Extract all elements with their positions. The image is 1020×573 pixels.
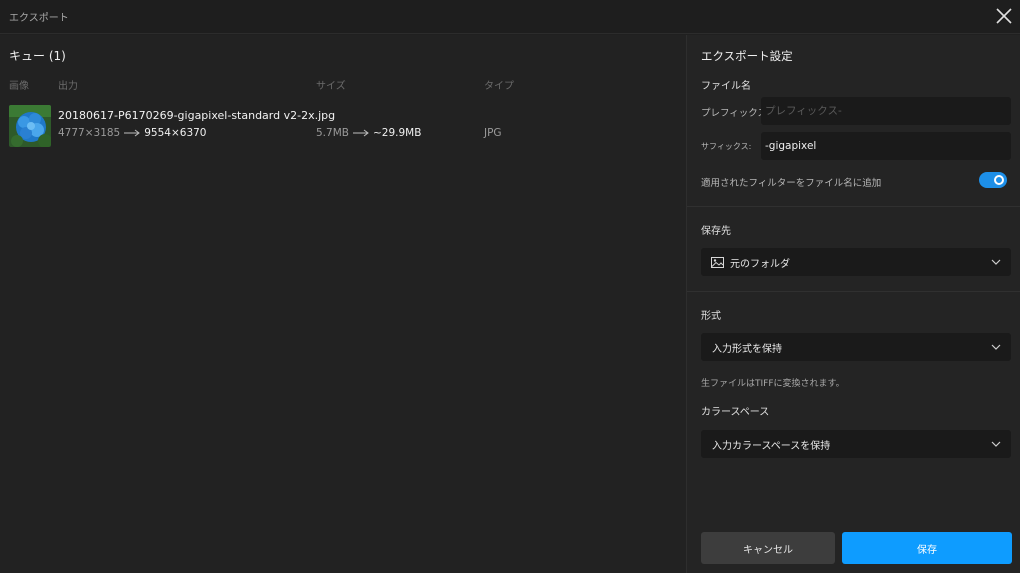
suffix-field[interactable] <box>761 132 1011 160</box>
format-title: 形式 <box>701 311 721 322</box>
dimensions: 4777×3185 9554×6370 <box>58 127 207 139</box>
format-select[interactable]: 入力形式を保持 <box>701 333 1011 361</box>
suffix-input[interactable] <box>761 132 1011 160</box>
window-title: エクスポート <box>9 13 69 24</box>
arrow-right-icon <box>124 129 141 137</box>
prefix-label: プレフィックス: <box>701 108 771 119</box>
chevron-down-icon <box>991 344 1001 350</box>
file-type: JPG <box>484 127 502 139</box>
colorspace-select[interactable]: 入力カラースペースを保持 <box>701 430 1011 458</box>
output-dimensions: 9554×6370 <box>144 127 207 139</box>
folder-image-icon <box>711 257 724 268</box>
destination-title: 保存先 <box>701 226 731 237</box>
title-bar: エクスポート <box>0 0 1020 34</box>
close-icon <box>996 8 1012 24</box>
toggle-knob <box>994 175 1004 185</box>
input-dimensions: 4777×3185 <box>58 127 121 139</box>
column-header-output: 出力 <box>58 81 78 92</box>
filename-section-title: ファイル名 <box>701 81 751 92</box>
output-size: ~29.9MB <box>372 127 422 139</box>
colorspace-title: カラースペース <box>701 407 770 418</box>
prefix-field[interactable] <box>761 97 1011 125</box>
column-header-size: サイズ <box>316 81 346 92</box>
raw-conversion-note: 生ファイルはTIFFに変換されます。 <box>701 379 845 389</box>
image-thumbnail <box>9 105 51 147</box>
cancel-button[interactable]: キャンセル <box>701 532 835 564</box>
divider <box>687 291 1020 292</box>
chevron-down-icon <box>991 441 1001 447</box>
divider <box>687 206 1020 207</box>
file-size: 5.7MB ~29.9MB <box>316 127 421 139</box>
destination-select[interactable]: 元のフォルダ <box>701 248 1011 276</box>
settings-title: エクスポート設定 <box>701 49 793 63</box>
queue-panel: キュー (1) 画像 出力 サイズ タイプ 20180617-P6170269-… <box>0 35 686 573</box>
file-name: 20180617-P6170269-gigapixel-standard v2-… <box>58 109 336 122</box>
queue-title: キュー (1) <box>9 49 66 63</box>
destination-value: 元のフォルダ <box>730 259 790 270</box>
suffix-label: サフィックス: <box>701 142 752 151</box>
prefix-input[interactable] <box>761 97 1011 125</box>
queue-row[interactable]: 20180617-P6170269-gigapixel-standard v2-… <box>0 103 686 149</box>
colorspace-value: 入力カラースペースを保持 <box>712 441 831 452</box>
append-filters-label: 適用されたフィルターをファイル名に追加 <box>701 178 882 189</box>
chevron-down-icon <box>991 259 1001 265</box>
export-settings-panel: エクスポート設定 ファイル名 プレフィックス: サフィックス: 適用されたフィル… <box>686 35 1020 573</box>
input-size: 5.7MB <box>316 127 349 139</box>
column-header-type: タイプ <box>484 81 514 92</box>
append-filters-toggle[interactable] <box>979 172 1007 188</box>
column-header-image: 画像 <box>9 81 29 92</box>
format-value: 入力形式を保持 <box>712 344 782 355</box>
save-button[interactable]: 保存 <box>842 532 1012 564</box>
arrow-right-icon <box>352 129 369 137</box>
close-button[interactable] <box>994 6 1014 26</box>
